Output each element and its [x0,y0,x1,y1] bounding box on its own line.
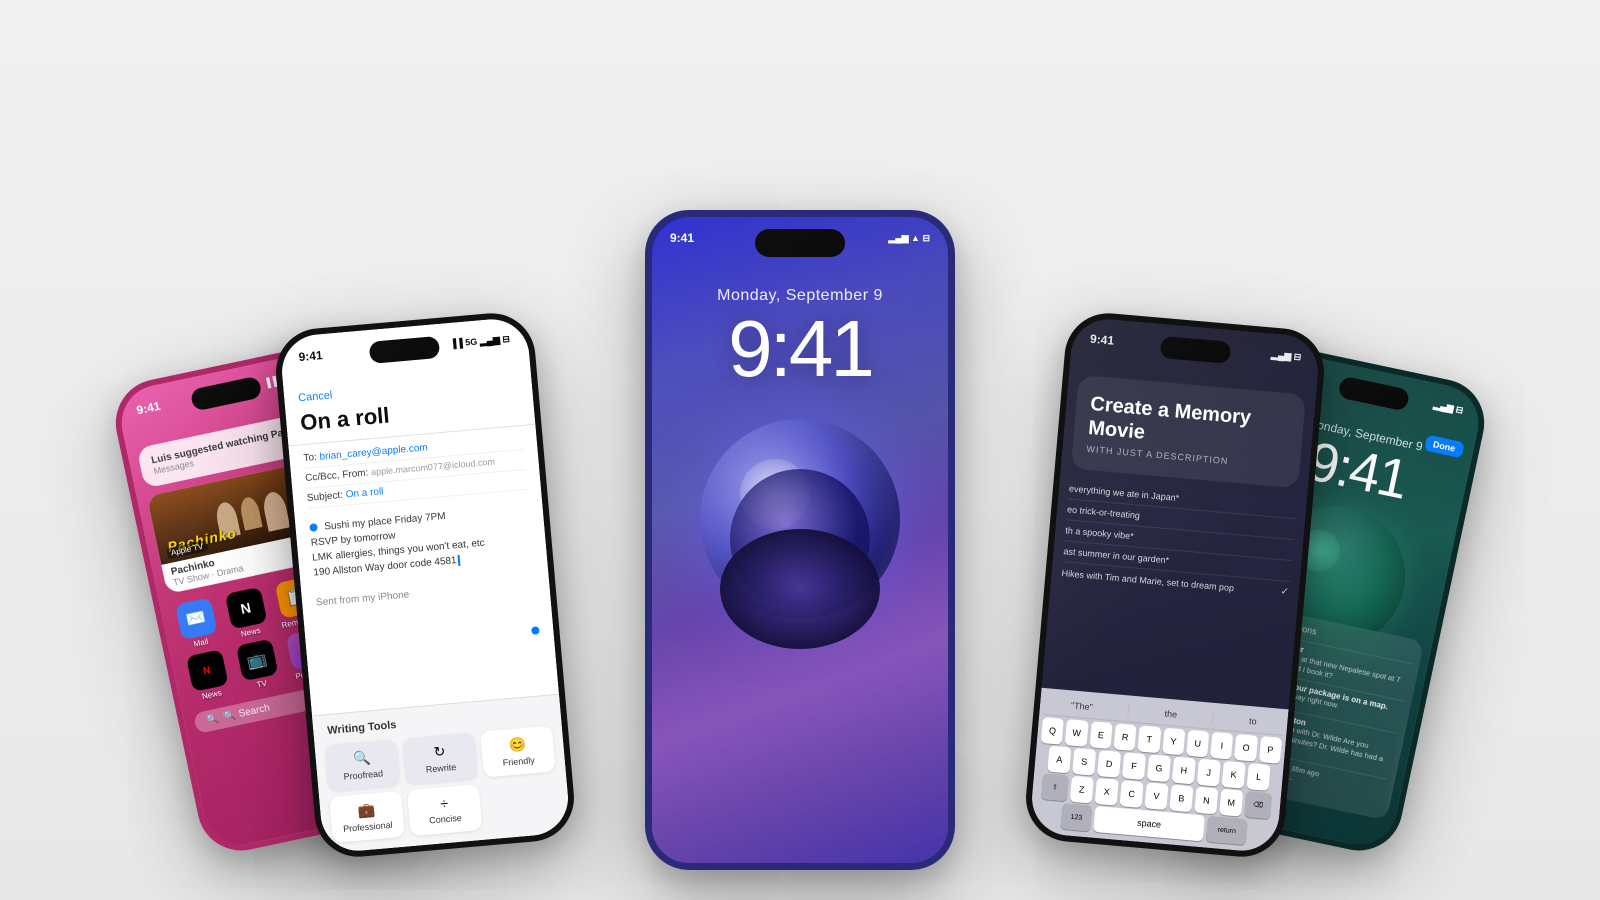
key-d[interactable]: D [1097,750,1121,778]
writing-tools-section: Writing Tools 🔍 Proofread ↻ Rewrite 😊 Fr… [312,694,571,854]
key-y[interactable]: Y [1162,728,1185,756]
key-c[interactable]: C [1120,780,1144,808]
key-delete[interactable]: ⌫ [1244,791,1272,819]
app-icon-mail[interactable]: ✉️ Mail [170,597,224,652]
phone-blue-time: 9:41 [670,231,694,245]
key-o[interactable]: O [1234,734,1257,762]
key-123[interactable]: 123 [1060,803,1092,832]
friendly-label: Friendly [502,755,535,768]
professional-icon: 💼 [357,801,376,819]
app-icon-news[interactable]: N News [220,586,274,641]
phone-pink-dynamic-island [190,376,263,412]
key-a[interactable]: A [1047,746,1071,774]
concise-icon: ÷ [440,795,449,812]
professional-label: Professional [343,820,393,834]
key-shift[interactable]: ⇧ [1041,773,1069,801]
memory-movie-card: Create a Memory Movie WITH JUST A DESCRI… [1071,375,1306,489]
email-body[interactable]: Sushi my place Friday 7PM RSVP by tomorr… [294,493,550,620]
key-e[interactable]: E [1089,721,1112,749]
app-icon-tv[interactable]: 📺 TV [231,638,285,693]
phone-email: 9:41 ▐▐ 5G ▂▄▆ ⊟ Cancel On a roll To: br… [272,310,577,861]
phone3-vol-down [647,456,651,508]
phone-blue-dynamic-island [755,229,845,257]
rewrite-label: Rewrite [425,762,456,775]
word-sug-divider2 [1212,711,1214,725]
writing-tool-friendly[interactable]: 😊 Friendly [480,725,556,777]
memory-list: everything we ate in Japan* eo trick-or-… [1061,478,1297,602]
search-icon: 🔍 [206,713,220,726]
phone3-vol-up [647,379,651,431]
key-v[interactable]: V [1144,782,1168,810]
key-return[interactable]: return [1206,816,1248,845]
phone3-power [949,411,953,489]
key-g[interactable]: G [1147,754,1171,782]
phone-blue-status-icons: ▂▄▆ ▲ ⊟ [888,233,930,244]
key-z[interactable]: Z [1070,776,1094,804]
lock-screen-date: Monday, September 9 [717,287,883,305]
key-q[interactable]: Q [1041,717,1064,745]
key-b[interactable]: B [1169,784,1193,812]
text-cursor [457,555,460,566]
phone-pink-time: 9:41 [135,399,161,418]
key-h[interactable]: H [1172,757,1196,785]
proofread-label: Proofread [343,768,383,781]
lock-screen-time: 9:41 [728,309,872,389]
word-sug-the[interactable]: "The" [1064,698,1099,715]
email-sent-from: Sent from my iPhone [316,589,410,608]
key-i[interactable]: I [1210,732,1233,760]
phone-email-dynamic-island [369,336,441,364]
phone-memory-time: 9:41 [1090,332,1115,348]
key-f[interactable]: F [1122,752,1146,780]
phone-memory-keyboard[interactable]: "The" the to Q W E R T Y U I O [1029,688,1289,854]
phone-blue-center: 9:41 ▂▄▆ ▲ ⊟ Monday, September 9 9:41 [645,210,955,870]
key-r[interactable]: R [1113,723,1136,751]
phones-container: 9:41 ▐▐▐ ▂▄▆ ⊟ Luis suggested watching P… [0,0,1600,900]
key-p[interactable]: P [1259,736,1282,764]
key-m[interactable]: M [1219,789,1243,817]
email-subject-value: On a roll [345,486,384,500]
writing-tool-proofread[interactable]: 🔍 Proofread [325,739,401,791]
phone-memory: 9:41 ▂▄▆ ⊟ Create a Memory Movie WITH JU… [1022,310,1327,861]
phone-teal-dynamic-island [1337,376,1410,412]
word-sug-to[interactable]: to [1243,713,1264,729]
key-k[interactable]: K [1222,761,1246,789]
word-sug-the2[interactable]: the [1158,706,1184,722]
done-button[interactable]: Done [1424,435,1465,459]
phone-email-time: 9:41 [298,348,323,364]
app-icon-news2[interactable]: N News [181,648,235,703]
checkmark-icon: ✓ [1280,586,1289,598]
writing-tools-grid: 🔍 Proofread ↻ Rewrite 😊 Friendly 💼 Profe… [325,725,561,842]
phone-memory-status-icons: ▂▄▆ ⊟ [1271,349,1302,363]
key-x[interactable]: X [1095,778,1119,806]
orb-inner [730,469,870,609]
phone-pink-search-label: 🔍 Search [223,703,271,724]
phone-memory-dynamic-island [1160,336,1232,364]
key-u[interactable]: U [1186,730,1209,758]
phone-blue-screen: 9:41 ▂▄▆ ▲ ⊟ Monday, September 9 9:41 [652,217,948,863]
writing-tool-concise[interactable]: ÷ Concise [407,784,483,836]
email-cursor-dot [309,524,318,533]
key-w[interactable]: W [1065,719,1088,747]
key-n[interactable]: N [1194,787,1218,815]
phone-email-status-icons: ▐▐ 5G ▂▄▆ ⊟ [450,333,511,349]
key-s[interactable]: S [1072,748,1096,776]
phone-email-screen: 9:41 ▐▐ 5G ▂▄▆ ⊟ Cancel On a roll To: br… [279,316,571,854]
phone-memory-screen: 9:41 ▂▄▆ ⊟ Create a Memory Movie WITH JU… [1029,316,1321,854]
cancel-button[interactable]: Cancel [298,389,333,404]
proofread-icon: 🔍 [352,749,371,767]
key-l[interactable]: L [1246,763,1270,791]
key-j[interactable]: J [1197,759,1221,787]
concise-label: Concise [429,813,462,826]
phone-teal-status-icons: ▂▄▆ ⊟ [1433,399,1465,416]
word-sug-divider1 [1128,703,1130,717]
writing-tool-rewrite[interactable]: ↻ Rewrite [402,732,478,784]
key-t[interactable]: T [1138,725,1161,753]
email-cursor-end [531,626,540,635]
rewrite-icon: ↻ [433,743,446,761]
writing-tool-professional[interactable]: 💼 Professional [329,791,405,843]
lock-screen-orb [700,419,900,619]
friendly-icon: 😊 [508,736,527,754]
